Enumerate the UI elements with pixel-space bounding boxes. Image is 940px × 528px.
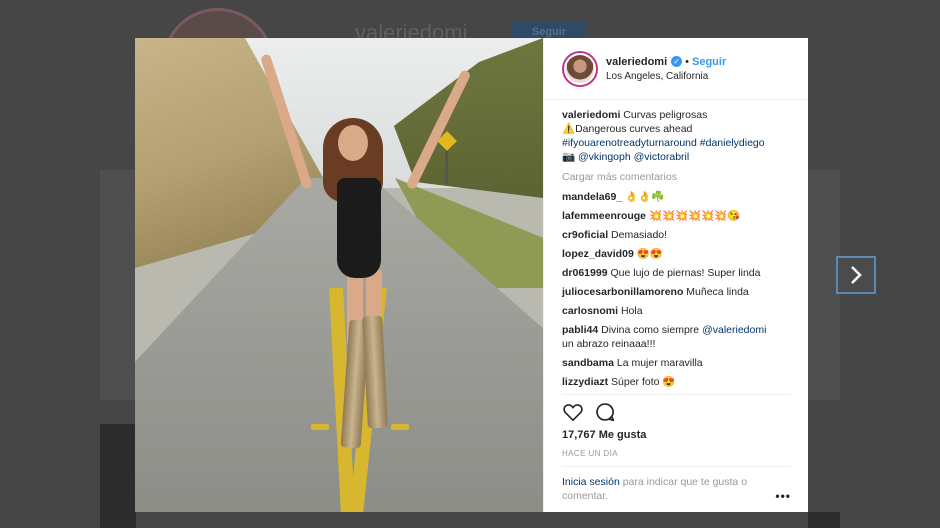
post-actions: 17,767 Me gusta HACE UN DÍA: [562, 394, 791, 458]
follow-button[interactable]: Seguir: [692, 56, 726, 68]
woman-figure: [337, 178, 381, 278]
chevron-right-icon: [851, 266, 862, 284]
mention-link[interactable]: @vkingoph: [578, 151, 631, 163]
comment-username[interactable]: lopez_david09: [562, 248, 634, 260]
comment-username[interactable]: lafemmeenrouge: [562, 210, 646, 222]
caption-username[interactable]: valeriedomi: [562, 109, 620, 121]
avatar[interactable]: [562, 50, 598, 87]
post-caption: valeriedomi Curvas peligrosas ⚠️Dangerou…: [562, 109, 765, 163]
hashtag-link[interactable]: #danielydiego: [700, 137, 765, 149]
comment-username[interactable]: carlosnomi: [562, 305, 618, 317]
mention-link[interactable]: @valeriedomi: [702, 324, 766, 336]
comment-icon[interactable]: [594, 401, 616, 423]
comment: carlosnomi Hola: [562, 305, 643, 317]
comment-username[interactable]: mandela69_: [562, 191, 622, 203]
post-modal: valeriedomi ✓ • Seguir Los Angeles, Cali…: [135, 38, 808, 512]
comment: lizzydiazt Súper foto 😍: [562, 376, 676, 388]
post-location[interactable]: Los Angeles, California: [606, 71, 726, 82]
load-more-comments[interactable]: Cargar más comentarios: [562, 170, 791, 184]
comment: lopez_david09 😍😍: [562, 248, 663, 260]
comment: sandbama La mujer maravilla: [562, 357, 703, 369]
background-tile: [808, 512, 840, 528]
likes-count[interactable]: 17,767 Me gusta: [562, 429, 791, 441]
comment-username[interactable]: lizzydiazt: [562, 376, 608, 388]
background-tile: [100, 170, 136, 400]
heart-icon[interactable]: [562, 401, 584, 423]
verified-badge-icon: ✓: [671, 56, 683, 67]
login-prompt: Inicia sesión para indicar que te gusta …: [562, 466, 791, 503]
comment-username[interactable]: juliocesarbonillamoreno: [562, 286, 683, 298]
post-username[interactable]: valeriedomi: [606, 56, 667, 68]
post-sidebar: valeriedomi ✓ • Seguir Los Angeles, Cali…: [543, 38, 808, 512]
mention-link[interactable]: @victorabril: [634, 151, 690, 163]
post-timestamp: HACE UN DÍA: [562, 449, 618, 458]
next-post-button[interactable]: [836, 256, 876, 294]
comment-username[interactable]: pabli44: [562, 324, 598, 336]
comment-username[interactable]: cr9oficial: [562, 229, 608, 241]
separator-dot: •: [685, 55, 689, 68]
comments-list[interactable]: valeriedomi Curvas peligrosas ⚠️Dangerou…: [544, 100, 809, 390]
comment: juliocesarbonillamoreno Muñeca linda: [562, 286, 749, 298]
more-options-button[interactable]: •••: [775, 489, 791, 503]
post-photo[interactable]: [135, 38, 543, 512]
hashtag-link[interactable]: #ifyouarenotreadyturnaround: [562, 137, 697, 149]
comment: mandela69_ 👌👌☘️: [562, 191, 665, 203]
background-tile: [100, 424, 136, 528]
comment: pabli44 Divina como siempre @valeriedomi…: [562, 324, 767, 350]
comment-username[interactable]: dr061999: [562, 267, 608, 279]
login-link[interactable]: Inicia sesión: [562, 476, 620, 488]
comment: cr9oficial Demasiado!: [562, 229, 668, 241]
post-header: valeriedomi ✓ • Seguir Los Angeles, Cali…: [544, 38, 808, 100]
comment-username[interactable]: sandbama: [562, 357, 614, 369]
comment: dr061999 Que lujo de piernas! Super lind…: [562, 267, 761, 279]
comment: lafemmeenrouge 💥💥💥💥💥💥😘: [562, 210, 741, 222]
